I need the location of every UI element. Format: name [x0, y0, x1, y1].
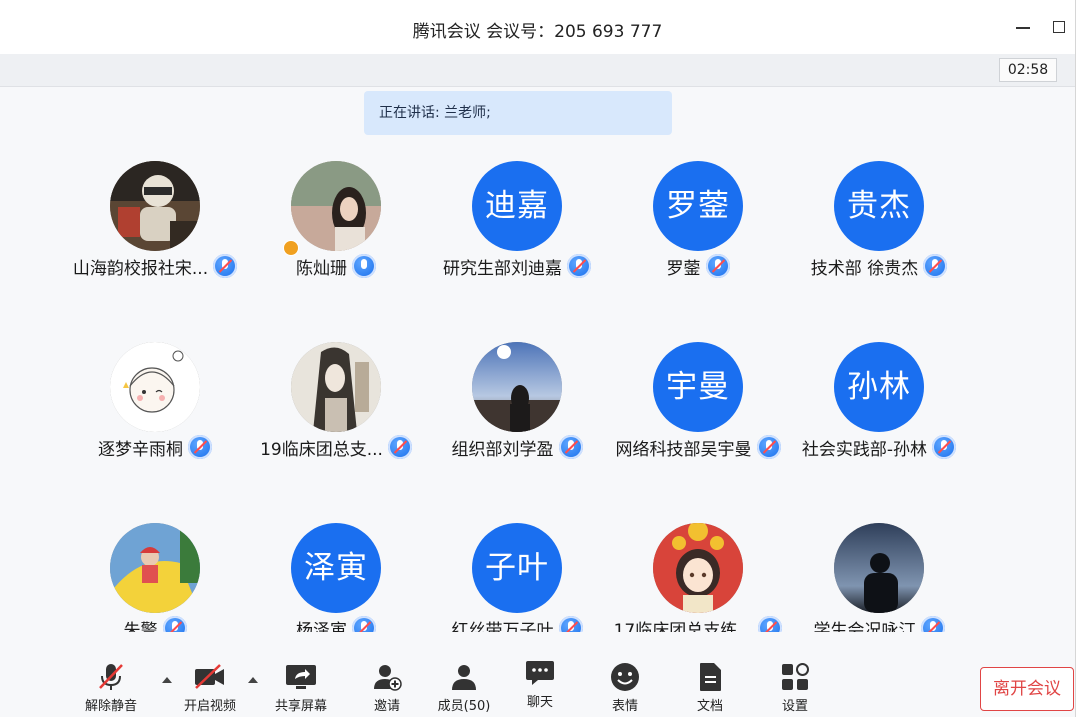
child-slide-photo [110, 523, 200, 613]
avatar: 宇曼 [653, 342, 743, 432]
avatar [472, 342, 562, 432]
members-button[interactable]: 成员(50) [429, 662, 499, 714]
window-edge [1075, 0, 1083, 717]
leave-meeting-button[interactable]: 离开会议 [980, 667, 1074, 711]
avatar [653, 523, 743, 613]
mic-muted-icon [352, 616, 376, 632]
participant-name: 组织部刘学盈 [451, 439, 554, 460]
avatar [110, 523, 200, 613]
mic-muted-icon [558, 616, 583, 632]
settings-label: 设置 [781, 699, 808, 714]
members-icon [449, 662, 479, 692]
chat-label: 聊天 [526, 695, 553, 710]
participant-tile[interactable]: 学生会况咏汀 [789, 523, 969, 632]
settings-grid-icon [780, 662, 810, 692]
share-screen-button[interactable]: 共享屏幕 [266, 662, 336, 714]
participant-tile[interactable]: 子叶 红丝带万子叶 [427, 523, 607, 632]
participant-name: 陈灿珊 [296, 258, 347, 279]
avatar [110, 161, 200, 251]
emoji-label: 表情 [611, 699, 638, 714]
participant-name: 研究生部刘迪嘉 [443, 258, 562, 279]
invite-button[interactable]: 邀请 [352, 662, 422, 714]
participant-name: 红丝带万子叶 [451, 620, 554, 633]
participant-tile[interactable]: 逐梦辛雨桐 [65, 342, 245, 482]
participant-tile[interactable]: 17临床团总支练... [608, 523, 788, 632]
document-icon [695, 662, 725, 692]
girl-portrait-photo [291, 161, 381, 251]
participant-name: 杨泽寅 [296, 620, 347, 633]
sunset-silhouette-photo [472, 342, 562, 432]
participant-name-row: 技术部 徐贵杰 [769, 253, 989, 279]
mic-muted-icon [932, 435, 957, 459]
participant-name-row: 社会实践部-孙林 [769, 434, 989, 460]
emoji-button[interactable]: 表情 [590, 662, 660, 714]
participant-name: 技术部 徐贵杰 [810, 258, 919, 279]
participant-tile[interactable]: 孙林 社会实践部-孙林 [789, 342, 969, 482]
participant-name: 社会实践部-孙林 [801, 439, 928, 460]
start-video-button[interactable]: 开启视频 [175, 662, 245, 714]
participant-name: 19临床团总支... [260, 439, 383, 460]
docs-button[interactable]: 文档 [675, 662, 745, 714]
participant-tile[interactable]: 组织部刘学盈 [427, 342, 607, 482]
motorcycle-helmet-photo [110, 161, 200, 251]
avatar: 孙林 [834, 342, 924, 432]
smiley-icon [610, 662, 640, 692]
participant-tile[interactable]: 迪嘉 研究生部刘迪嘉 [427, 161, 607, 301]
start-video-label: 开启视频 [183, 699, 236, 714]
bottom-toolbar: 解除静音 开启视频 共享屏幕 邀请 成员(50) 聊天 表情 文档 设置 [0, 632, 1075, 717]
avatar: 子叶 [472, 523, 562, 613]
participant-name: 罗蓥 [666, 258, 701, 279]
participant-name: 网络科技部吴宇曼 [615, 439, 752, 460]
mic-muted-icon [920, 616, 945, 632]
add-user-icon [372, 662, 402, 692]
participant-name: 17临床团总支练... [613, 620, 754, 633]
mic-muted-icon [162, 616, 187, 632]
mic-muted-icon [96, 662, 126, 692]
share-screen-label: 共享屏幕 [274, 699, 327, 714]
avatar: 迪嘉 [472, 161, 562, 251]
chat-icon [525, 658, 555, 688]
avatar: 贵杰 [834, 161, 924, 251]
share-screen-icon [286, 662, 316, 692]
anime-princess-photo [653, 523, 743, 613]
speaking-indicator: 正在讲话: 兰老师; [364, 91, 672, 135]
participant-tile[interactable]: 宇曼 网络科技部吴宇曼 [608, 342, 788, 482]
participant-tile[interactable]: 罗蓥 罗蓥 [608, 161, 788, 301]
invite-label: 邀请 [373, 699, 400, 714]
participant-tile[interactable]: 贵杰 技术部 徐贵杰 [789, 161, 969, 301]
participant-tile[interactable]: 19临床团总支... [246, 342, 426, 482]
video-options-chevron-icon[interactable] [248, 677, 258, 683]
audio-options-chevron-icon[interactable] [162, 677, 172, 683]
participant-tile[interactable]: 山海韵校报社宋... [65, 161, 245, 301]
unmute-label: 解除静音 [84, 699, 137, 714]
avatar [110, 342, 200, 432]
avatar [291, 161, 381, 251]
members-label: 成员(50) [437, 699, 491, 714]
docs-label: 文档 [696, 699, 723, 714]
chat-button[interactable]: 聊天 [505, 658, 575, 710]
camera-off-icon [195, 662, 225, 692]
participant-name: 朱警 [123, 620, 158, 633]
night-silhouette-photo [834, 523, 924, 613]
participant-tile[interactable]: 泽寅 杨泽寅 [246, 523, 426, 632]
cartoon-girl-photo [110, 342, 200, 432]
participant-tile[interactable]: 朱警 [65, 523, 245, 632]
participant-name: 山海韵校报社宋... [72, 258, 209, 279]
mic-muted-icon [923, 254, 948, 278]
avatar: 泽寅 [291, 523, 381, 613]
participant-name-row: 学生会况咏汀 [769, 615, 989, 632]
participant-tile[interactable]: 陈灿珊 [246, 161, 426, 301]
mic-on-icon [352, 254, 376, 278]
participant-name: 学生会况咏汀 [813, 620, 916, 633]
mic-muted-icon [705, 254, 730, 278]
mic-muted-icon [558, 435, 583, 459]
mic-muted-icon [188, 435, 212, 459]
avatar: 罗蓥 [653, 161, 743, 251]
unmute-button[interactable]: 解除静音 [76, 662, 146, 714]
participant-name: 逐梦辛雨桐 [98, 439, 183, 460]
settings-button[interactable]: 设置 [760, 662, 830, 714]
avatar [291, 342, 381, 432]
avatar [834, 523, 924, 613]
ink-portrait-photo [291, 342, 381, 432]
